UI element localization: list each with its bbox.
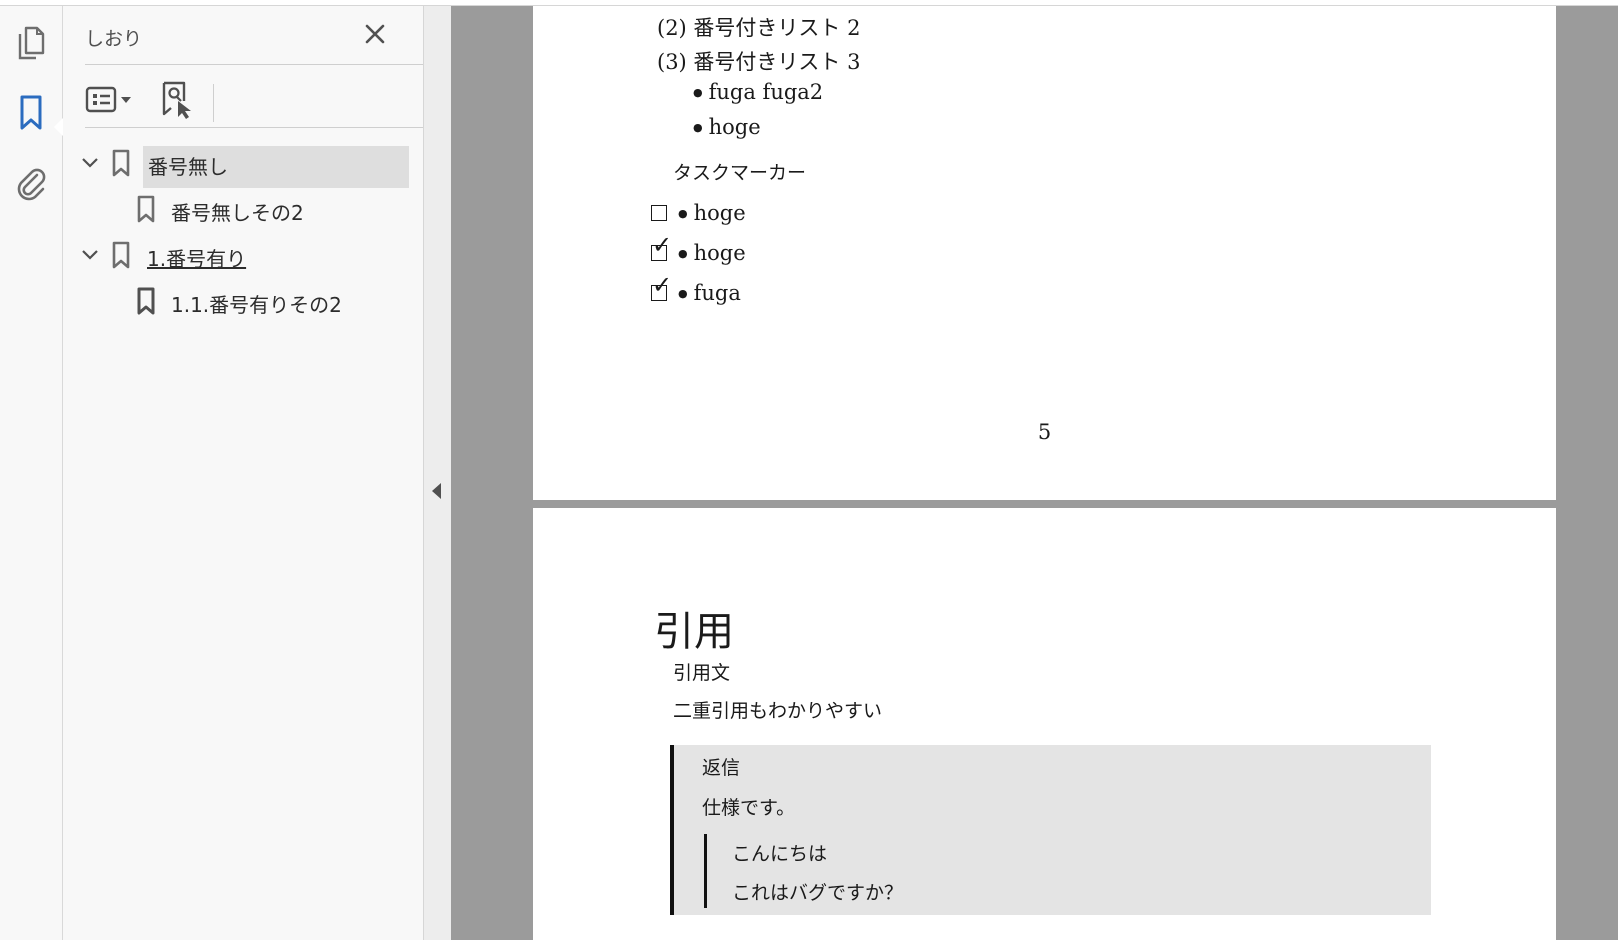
bookmark-icon <box>135 194 157 224</box>
close-panel-button[interactable] <box>361 22 389 50</box>
panel-title: しおり <box>85 28 143 50</box>
bullet-text: fuga fuga2 <box>708 80 824 104</box>
close-icon <box>364 23 386 49</box>
quote-line: 引用文 <box>673 662 731 684</box>
bullet-item: hoge <box>693 115 761 139</box>
panel-divider <box>85 64 467 65</box>
task-item: fuga <box>678 281 741 305</box>
page-6: 引用 引用文 二重引用もわかりやすい 返信 仕様です。 こんにちは これはバグで… <box>533 508 1556 940</box>
bookmark-icon <box>135 286 157 316</box>
navigation-rail <box>0 6 63 940</box>
collapse-arrow-icon <box>432 483 441 499</box>
checkmark-icon: ✓ <box>652 231 673 259</box>
active-pointer <box>54 118 63 136</box>
bookmark-label: 1.1.番号有りその2 <box>171 293 342 317</box>
task-heading: タスクマーカー <box>673 162 807 184</box>
numbered-list-item: (3) 番号付きリスト 3 <box>657 50 861 74</box>
panel-divider-2 <box>85 127 467 128</box>
blockquote-line: 返信 <box>702 757 741 779</box>
bookmarks-button[interactable] <box>10 94 52 136</box>
task-text: hoge <box>693 241 746 265</box>
task-checkbox-unchecked <box>651 205 667 221</box>
nested-quote-bar <box>704 834 707 908</box>
blockquote: 返信 仕様です。 こんにちは これはバグですか？ <box>670 745 1431 915</box>
bookmark-label: 1.番号有り <box>147 247 247 271</box>
bookmark-label: 番号無しその2 <box>171 201 304 225</box>
bullet-item: fuga fuga2 <box>693 80 824 104</box>
nested-quote-line: こんにちは <box>732 843 828 865</box>
bookmark-from-selection-button[interactable] <box>161 80 195 124</box>
bookmark-label: 番号無し <box>148 155 228 179</box>
blockquote-line: 仕様です。 <box>702 797 796 819</box>
list-options-icon <box>85 85 135 119</box>
document-viewport[interactable]: (2) 番号付きリスト 2 (3) 番号付きリスト 3 fuga fuga2 h… <box>451 6 1618 940</box>
section-heading: 引用 <box>654 609 734 655</box>
page-5: (2) 番号付きリスト 2 (3) 番号付きリスト 3 fuga fuga2 h… <box>533 6 1556 500</box>
task-item: hoge <box>678 201 746 225</box>
panel-collapse-splitter[interactable] <box>423 6 451 940</box>
task-text: hoge <box>693 201 746 225</box>
attachments-button[interactable] <box>10 164 52 206</box>
paperclip-icon <box>15 165 47 205</box>
bookmark-icon <box>110 148 132 178</box>
numbered-list-item: (2) 番号付きリスト 2 <box>657 16 861 40</box>
task-text: fuga <box>693 281 741 305</box>
chevron-down-icon[interactable] <box>79 244 101 266</box>
bookmark-icon <box>18 95 44 135</box>
nested-quote-line: これはバグですか？ <box>732 882 904 904</box>
page-thumbnails-button[interactable] <box>10 24 52 66</box>
task-item: hoge <box>678 241 746 265</box>
bookmark-search-cursor-icon <box>161 81 195 123</box>
options-menu-button[interactable] <box>85 80 135 124</box>
page-thumbnails-icon <box>16 26 46 64</box>
quote-line: 二重引用もわかりやすい <box>673 700 883 722</box>
checkmark-icon: ✓ <box>652 271 673 299</box>
toolbar-divider <box>213 84 214 122</box>
bookmark-icon <box>110 240 132 270</box>
page-number: 5 <box>1037 420 1052 444</box>
acrobat-window: しおり 番号無し 番号無しその2 1.番号有り 1.1.番号有りその2 (2) … <box>0 0 1618 940</box>
chevron-down-icon[interactable] <box>79 152 101 174</box>
bullet-text: hoge <box>708 115 761 139</box>
